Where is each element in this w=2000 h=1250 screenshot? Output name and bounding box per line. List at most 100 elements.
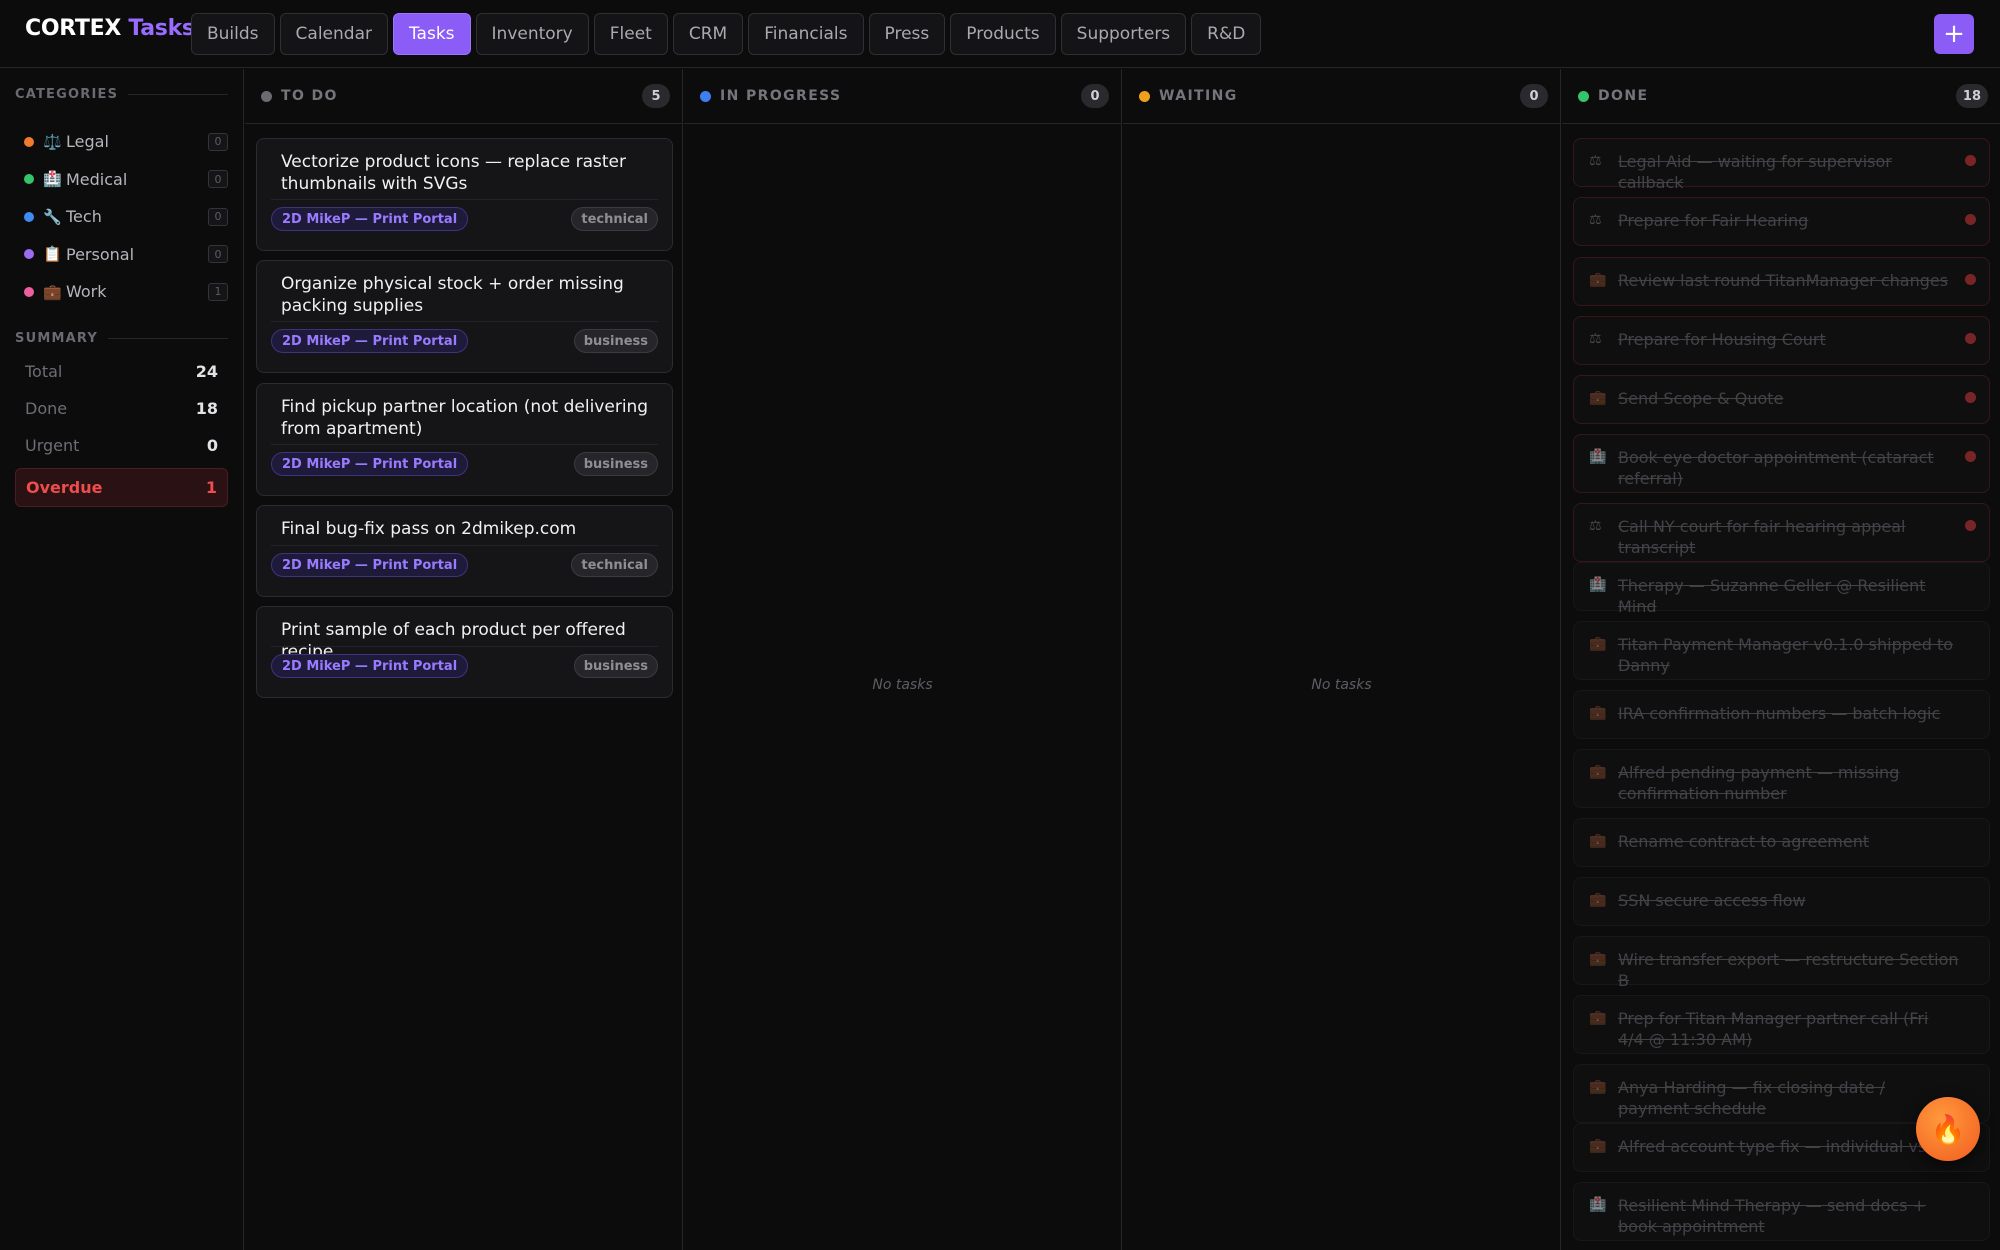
done-task-card[interactable]: 💼 Titan Payment Manager v0.1.0 shipped to… (1573, 621, 1990, 680)
task-title: Titan Payment Manager v0.1.0 shipped to … (1618, 635, 1954, 675)
project-badge[interactable]: 2D MikeP — Print Portal (271, 329, 469, 353)
category-icon: 💼 (1589, 892, 1607, 908)
add-task-button[interactable]: + (1934, 14, 1974, 54)
category-count: 0 (208, 132, 228, 151)
category-legal[interactable]: ⚖️ Legal 0 (15, 123, 228, 161)
task-title: Wire transfer export — restructure Secti… (1618, 950, 1959, 990)
summary-label: Urgent (25, 436, 80, 455)
status-dot (1578, 90, 1589, 102)
status-dot (1139, 90, 1150, 102)
project-badge[interactable]: 2D MikeP — Print Portal (271, 654, 469, 678)
category-icon: 🏥 (1589, 449, 1607, 465)
category-icon: 💼 (1589, 1138, 1607, 1154)
done-task-card[interactable]: 💼 Wire transfer export — restructure Sect… (1573, 936, 1990, 990)
project-badge[interactable]: 2D MikeP — Print Portal (271, 553, 469, 577)
done-task-card[interactable]: 💼 Review last round TitanManager changes (1573, 257, 1990, 306)
column-header-todo: TO DO 5 (245, 69, 682, 124)
task-title: Final bug-fix pass on 2dmikep.com (281, 519, 577, 539)
task-title: Prepare for Housing Court (1618, 330, 1826, 349)
tab-supporters[interactable]: Supporters (1060, 13, 1187, 55)
summary-value: 24 (195, 362, 218, 381)
task-card[interactable]: Print sample of each product per offered… (256, 606, 673, 698)
task-title: Anya Harding — fix closing date / paymen… (1618, 1078, 1886, 1118)
task-title: Therapy — Suzanne Geller @ Resilient Min… (1618, 576, 1926, 616)
tab-builds[interactable]: Builds (191, 13, 275, 55)
tab-crm[interactable]: CRM (672, 13, 744, 55)
task-card[interactable]: Vectorize product icons — replace raster… (256, 138, 673, 251)
tab-calendar[interactable]: Calendar (279, 13, 388, 55)
category-icon: 💼 (1589, 1079, 1607, 1095)
category-icon: ⚖ (1589, 153, 1602, 169)
tab-r-d[interactable]: R&D (1191, 13, 1262, 55)
summary-list: Total 24 Done 18 Urgent 0 Overdue 1 (15, 353, 228, 507)
done-task-card[interactable]: 💼 Prep for Titan Manager partner call (Fr… (1573, 995, 1990, 1054)
done-task-card[interactable]: ⚖ Call NY court for fair hearing appeal t… (1573, 503, 1990, 562)
overdue-filter[interactable]: Overdue 1 (15, 468, 228, 507)
task-card[interactable]: Organize physical stock + order missing … (256, 260, 673, 373)
category-count: 1 (208, 282, 228, 301)
brand-accent: Tasks (128, 16, 195, 41)
category-tech[interactable]: 🔧 Tech 0 (15, 198, 228, 236)
done-task-card[interactable]: ⚖ Prepare for Fair Hearing (1573, 197, 1990, 246)
task-title: SSN secure access flow (1618, 891, 1806, 910)
category-icon: 🔧 (43, 207, 62, 226)
task-title: Rename contract to agreement (1618, 832, 1870, 851)
done-task-card[interactable]: 💼 Send Scope & Quote (1573, 375, 1990, 424)
category-label: Legal (66, 132, 109, 152)
tab-press[interactable]: Press (868, 13, 946, 55)
brand-name: CORTEX (25, 16, 121, 41)
summary-urgent[interactable]: Urgent 0 (15, 427, 228, 464)
tag-badge: technical (571, 207, 658, 231)
done-task-card[interactable]: 💼 Alfred pending payment — missing confir… (1573, 749, 1990, 808)
project-badge[interactable]: 2D MikeP — Print Portal (271, 452, 469, 476)
column-done: DONE 18 ⚖ Legal Aid — waiting for supervi… (1562, 69, 2000, 1250)
task-card[interactable]: Find pickup partner location (not delive… (256, 383, 673, 496)
category-label: Personal (66, 244, 135, 264)
status-dot (261, 90, 272, 102)
tag-badge: business (573, 654, 658, 678)
urgent-indicator-icon (1965, 333, 1976, 344)
tab-products[interactable]: Products (950, 13, 1056, 55)
done-task-card[interactable]: 🏥 Therapy — Suzanne Geller @ Resilient Mi… (1573, 562, 1990, 616)
project-badge[interactable]: 2D MikeP — Print Portal (271, 207, 469, 231)
category-icon: 💼 (1589, 764, 1607, 780)
top-navbar: CORTEX Tasks Builds Calendar Tasks Inventor… (0, 0, 2000, 68)
summary-done[interactable]: Done 18 (15, 390, 228, 427)
done-task-card[interactable]: 💼 IRA confirmation numbers — batch logic (1573, 690, 1990, 739)
summary-label: Total (25, 362, 63, 381)
done-task-card[interactable]: 💼 SSN secure access flow (1573, 877, 1990, 926)
done-task-card[interactable]: 💼 Rename contract to agreement (1573, 818, 1990, 867)
empty-state: No tasks (1311, 677, 1372, 693)
task-title: Book eye doctor appointment (cataract re… (1618, 448, 1934, 488)
urgent-indicator-icon (1965, 392, 1976, 403)
category-icon: ⚖ (1589, 212, 1602, 228)
divider (271, 646, 658, 647)
fire-action-button[interactable]: 🔥 (1916, 1097, 1980, 1161)
task-title: Alfred pending payment — missing confirm… (1618, 763, 1900, 803)
tab-financials[interactable]: Financials (748, 13, 864, 55)
divider (271, 321, 658, 322)
category-label: Work (66, 282, 107, 302)
summary-heading-label: SUMMARY (15, 331, 98, 346)
task-card[interactable]: Final bug-fix pass on 2dmikep.com 2D Mike… (256, 505, 673, 597)
done-task-card[interactable]: 🏥 Book eye doctor appointment (cataract r… (1573, 434, 1990, 493)
done-task-card[interactable]: 🏥 Resilient Mind Therapy — send docs + bo… (1573, 1182, 1990, 1241)
tab-fleet[interactable]: Fleet (593, 13, 668, 55)
column-header-done: DONE 18 (1562, 69, 2000, 124)
done-task-card[interactable]: ⚖ Prepare for Housing Court (1573, 316, 1990, 365)
category-medical[interactable]: 🏥 Medical 0 (15, 161, 228, 199)
category-work[interactable]: 💼 Work 1 (15, 273, 228, 311)
tab-inventory[interactable]: Inventory (475, 13, 589, 55)
done-task-card[interactable]: ⚖ Legal Aid — waiting for supervisor call… (1573, 138, 1990, 192)
task-title: Organize physical stock + order missing … (281, 274, 624, 316)
sidebar: CATEGORIES ⚖️ Legal 0 🏥 Medical 0 🔧 Tech 0 📋 Perso… (0, 69, 244, 1250)
categories-heading: CATEGORIES (15, 87, 228, 102)
category-color-dot (24, 136, 34, 147)
tab-tasks[interactable]: Tasks (392, 13, 471, 55)
category-icon: 💼 (1589, 705, 1607, 721)
app-logo[interactable]: CORTEX Tasks (25, 16, 195, 41)
summary-total[interactable]: Total 24 (15, 353, 228, 390)
category-icon: 💼 (1589, 272, 1607, 288)
category-personal[interactable]: 📋 Personal 0 (15, 236, 228, 274)
task-title: Prepare for Fair Hearing (1618, 211, 1809, 230)
